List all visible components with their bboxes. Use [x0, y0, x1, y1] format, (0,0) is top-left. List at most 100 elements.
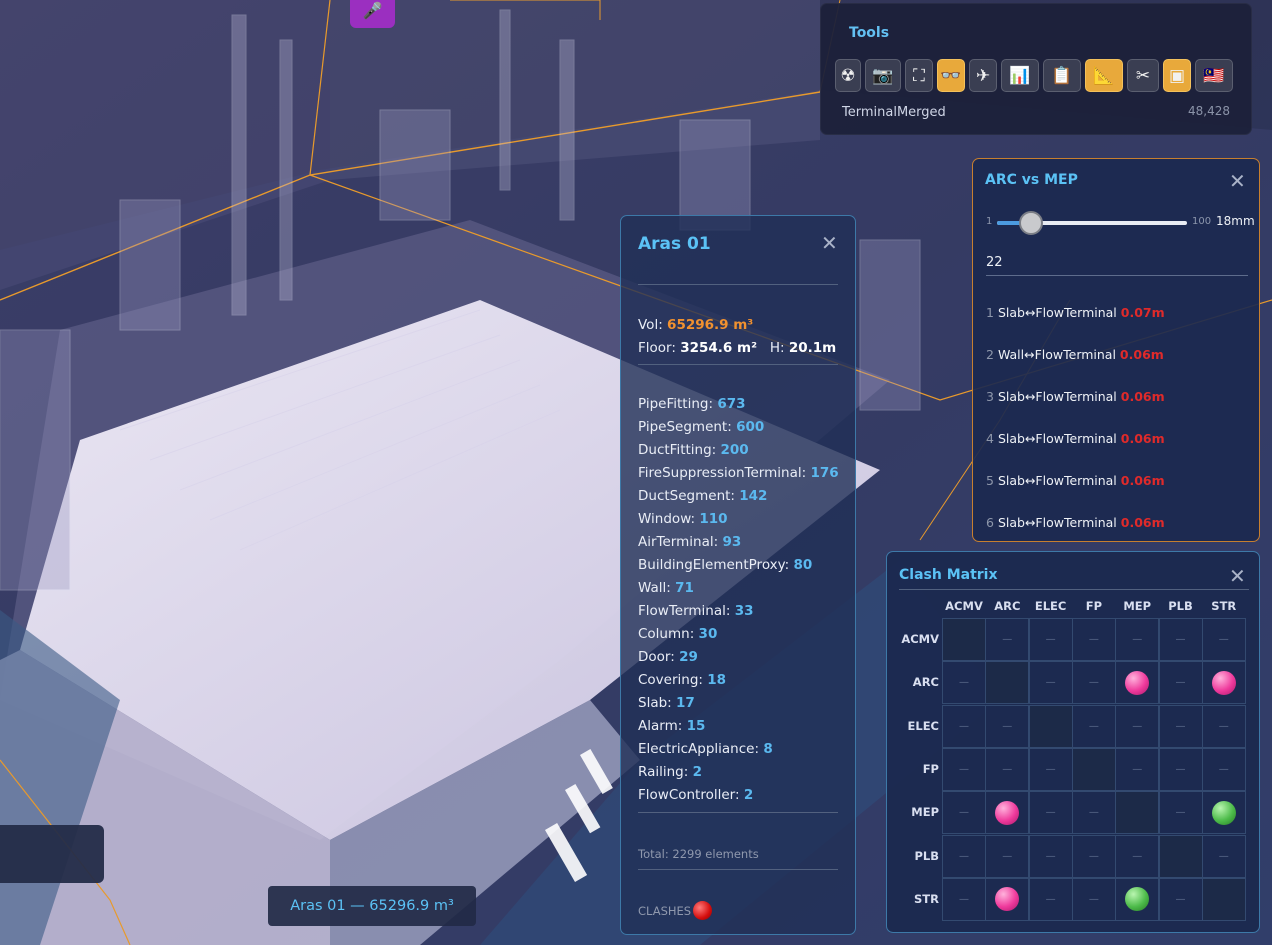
bar-chart-icon: 📊	[1009, 65, 1031, 86]
close-icon[interactable]: ✕	[1229, 566, 1246, 586]
element-type-name: Alarm	[638, 718, 678, 734]
matrix-cell: —	[1028, 791, 1073, 835]
camera-button[interactable]: 📷	[865, 59, 901, 92]
element-type-row[interactable]: AirTerminal: 93	[638, 534, 741, 550]
empty-cell-mark: —	[1045, 677, 1056, 689]
empty-cell-mark: —	[1175, 807, 1186, 819]
clash-list-item[interactable]: 4 Slab↔FlowTerminal 0.06m	[986, 431, 1165, 446]
element-type-row[interactable]: PipeSegment: 600	[638, 419, 764, 435]
clash-marker-pink[interactable]	[1211, 670, 1236, 695]
airplane-button[interactable]: ✈	[969, 59, 997, 92]
element-type-row[interactable]: Column: 30	[638, 626, 717, 642]
element-type-count: 29	[679, 649, 698, 665]
matrix-column-header: ELEC	[1034, 599, 1067, 613]
matrix-cell[interactable]	[1201, 791, 1246, 835]
matrix-cell: —	[942, 704, 986, 748]
matrix-cell[interactable]	[1115, 877, 1160, 921]
bar-chart-button[interactable]: 📊	[1001, 59, 1039, 92]
divider	[638, 284, 838, 285]
matrix-cell: —	[1071, 877, 1116, 921]
glasses-button[interactable]: 👓	[937, 59, 965, 92]
clash-marker-pink[interactable]	[1125, 670, 1150, 695]
matrix-cell: —	[1158, 661, 1203, 705]
element-type-name: FireSuppressionTerminal	[638, 465, 802, 481]
floor-plan-button[interactable]: ▣	[1163, 59, 1191, 92]
element-type-row[interactable]: Wall: 71	[638, 580, 694, 596]
matrix-cell: —	[1115, 834, 1160, 878]
triangle-ruler-button[interactable]: 📐	[1085, 59, 1123, 92]
clash-distance: 0.07m	[1120, 305, 1165, 320]
clash-indicator-icon[interactable]	[693, 901, 712, 920]
tolerance-slider-handle[interactable]	[1019, 211, 1044, 235]
empty-cell-mark: —	[1088, 893, 1099, 905]
matrix-column-header: ARC	[994, 599, 1021, 613]
matrix-cell: —	[1071, 704, 1116, 748]
element-type-count: 176	[810, 465, 839, 481]
radiation-icon: ☢	[840, 65, 856, 86]
element-type-row[interactable]: DuctFitting: 200	[638, 442, 749, 458]
matrix-column-header: ACMV	[945, 599, 983, 613]
fullscreen-button[interactable]: ⛶	[905, 59, 933, 92]
matrix-cell[interactable]	[1201, 661, 1246, 705]
floor-plan-icon: ▣	[1168, 65, 1186, 86]
element-type-name: Window	[638, 511, 691, 527]
radiation-button[interactable]: ☢	[835, 59, 861, 92]
empty-cell-mark: —	[959, 720, 969, 732]
element-type-count: 673	[717, 396, 746, 412]
matrix-cell: —	[942, 834, 986, 878]
clash-list-item[interactable]: 6 Slab↔FlowTerminal 0.06m	[986, 515, 1165, 530]
empty-cell-mark: —	[1132, 720, 1143, 732]
element-type-name: FlowController	[638, 787, 735, 803]
clash-list-item[interactable]: 5 Slab↔FlowTerminal 0.06m	[986, 473, 1165, 488]
clipboard-button[interactable]: 📋	[1043, 59, 1081, 92]
matrix-cell[interactable]	[985, 791, 1030, 835]
element-type-row[interactable]: Railing: 2	[638, 764, 702, 780]
airplane-icon: ✈	[975, 65, 991, 86]
clash-list-item[interactable]: 2 Wall↔FlowTerminal 0.06m	[986, 347, 1164, 362]
element-type-row[interactable]: Window: 110	[638, 511, 728, 527]
close-icon[interactable]: ✕	[1229, 171, 1246, 191]
clash-marker-pink[interactable]	[995, 800, 1020, 825]
close-icon[interactable]: ✕	[821, 233, 838, 253]
empty-cell-mark: —	[1088, 807, 1099, 819]
element-type-name: BuildingElementProxy	[638, 557, 785, 573]
scissors-button[interactable]: ✂	[1127, 59, 1159, 92]
element-type-row[interactable]: BuildingElementProxy: 80	[638, 557, 812, 573]
empty-cell-mark: —	[1175, 720, 1186, 732]
element-type-row[interactable]: ElectricAppliance: 8	[638, 741, 773, 757]
matrix-cell: —	[1201, 618, 1246, 661]
clash-marker-pink[interactable]	[995, 887, 1020, 912]
tool-button-row: ☢ 📷 ⛶ 👓 ✈ 📊 📋 📐 ✂ ▣ 🇲🇾	[835, 59, 1233, 92]
element-type-name: DuctFitting	[638, 442, 712, 458]
clash-marker-green[interactable]	[1211, 800, 1236, 825]
matrix-cell: —	[1158, 877, 1203, 921]
matrix-cell[interactable]	[985, 877, 1030, 921]
clash-marker-green[interactable]	[1125, 887, 1150, 912]
element-type-row[interactable]: FireSuppressionTerminal: 176	[638, 465, 839, 481]
clash-index: 1	[986, 305, 994, 320]
element-type-row[interactable]: FlowController: 2	[638, 787, 753, 803]
element-type-count: 30	[698, 626, 718, 642]
matrix-cell: —	[1071, 791, 1116, 835]
element-type-row[interactable]: Alarm: 15	[638, 718, 705, 734]
clash-list-item[interactable]: 1 Slab↔FlowTerminal 0.07m	[986, 305, 1165, 320]
element-type-row[interactable]: Covering: 18	[638, 672, 726, 688]
element-type-row[interactable]: Door: 29	[638, 649, 698, 665]
malaysia-flag-button[interactable]: 🇲🇾	[1195, 59, 1233, 92]
tolerance-slider[interactable]	[997, 211, 1187, 235]
clash-matrix-panel: Clash Matrix ✕ ACMV ARC ELEC FP MEP PLB STR ACM…	[886, 551, 1260, 933]
element-type-count: 93	[722, 534, 742, 550]
matrix-cell[interactable]	[1115, 661, 1160, 705]
microphone-button[interactable]: 🎤	[350, 0, 395, 28]
element-type-row[interactable]: Slab: 17	[638, 695, 695, 711]
element-type-count: 15	[686, 718, 706, 734]
matrix-cell: —	[985, 704, 1030, 748]
element-type-name: Wall	[638, 580, 667, 596]
element-type-row[interactable]: PipeFitting: 673	[638, 396, 746, 412]
matrix-cell	[1201, 877, 1246, 921]
clash-list-item[interactable]: 3 Slab↔FlowTerminal 0.06m	[986, 389, 1165, 404]
element-type-row[interactable]: DuctSegment: 142	[638, 488, 767, 504]
element-type-row[interactable]: FlowTerminal: 33	[638, 603, 754, 619]
divider	[899, 589, 1249, 590]
matrix-column-header: PLB	[1168, 599, 1193, 613]
